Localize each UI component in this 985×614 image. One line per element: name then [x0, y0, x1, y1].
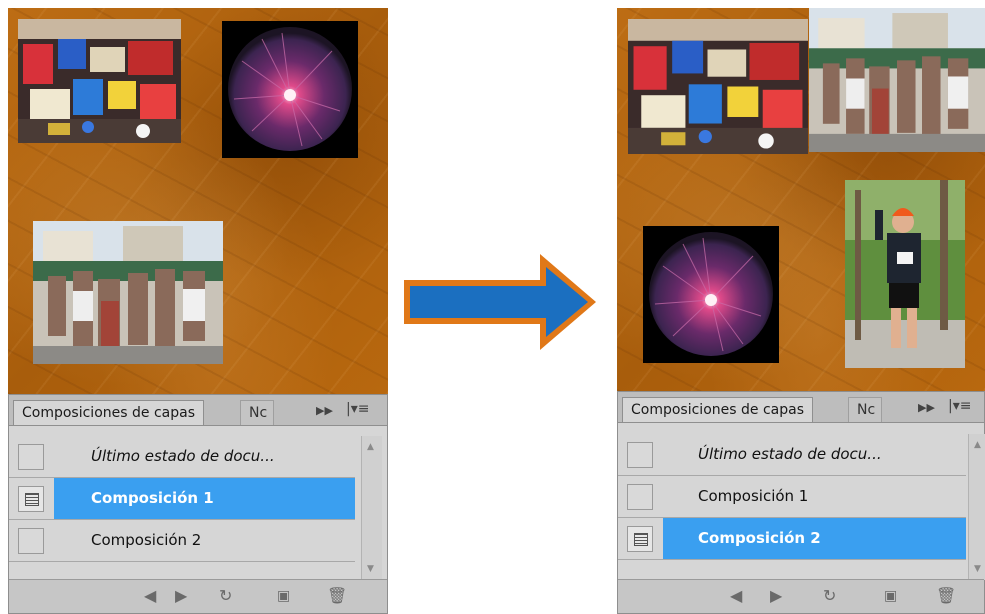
trash-icon[interactable]: 🗑	[327, 588, 347, 604]
next-arrow-icon[interactable]: ▶	[175, 588, 187, 604]
panel-menu-icon[interactable]: |▾≡	[346, 401, 369, 417]
layer-comps-panel-before: Composiciones de capas Nc ▶▶ |▾≡ Último …	[8, 394, 388, 614]
next-arrow-icon[interactable]: ▶	[770, 588, 782, 604]
list-item[interactable]: Composición 2	[618, 518, 966, 560]
panel-footer: ◀ ▶ ↻ ▣ 🗑	[9, 579, 387, 613]
list-item[interactable]: Composición 1	[9, 478, 355, 520]
new-composition-icon[interactable]: ▣	[277, 588, 290, 604]
comp-label: Último estado de docu...	[698, 445, 882, 463]
scroll-down-icon[interactable]: ▼	[974, 564, 981, 574]
scroll-up-icon[interactable]: ▲	[367, 442, 374, 452]
scroll-down-icon[interactable]: ▼	[367, 564, 374, 574]
comp-visibility-checkbox[interactable]	[627, 442, 653, 468]
list-item[interactable]: Composición 2	[9, 520, 355, 562]
photo-runner	[845, 180, 965, 368]
scrollbar[interactable]: ▲ ▼	[968, 434, 985, 580]
tab-layer-comps[interactable]: Composiciones de capas	[13, 400, 204, 425]
double-chevron-right-icon[interactable]: ▶▶	[316, 404, 333, 417]
tab-layer-comps[interactable]: Composiciones de capas	[622, 397, 813, 422]
comp-label: Composición 2	[698, 529, 821, 547]
comp-visibility-checkbox[interactable]	[18, 528, 44, 554]
comp-label: Composición 1	[698, 487, 809, 505]
canvas-after	[617, 8, 985, 391]
panel-tabbar: Composiciones de capas Nc ▶▶ |▾≡	[9, 395, 387, 426]
panel-menu-icon[interactable]: |▾≡	[948, 398, 971, 414]
previous-arrow-icon[interactable]: ◀	[730, 588, 742, 604]
update-icon[interactable]: ↻	[219, 588, 232, 604]
comp-label: Último estado de docu...	[91, 447, 275, 465]
list-item[interactable]: Último estado de docu...	[618, 434, 966, 476]
comp-visibility-checkbox[interactable]	[627, 484, 653, 510]
list-item[interactable]: Composición 1	[618, 476, 966, 518]
comp-visibility-checkbox[interactable]	[627, 526, 653, 552]
canvas-before	[8, 8, 388, 394]
comp-visibility-checkbox[interactable]	[18, 444, 44, 470]
tab-next[interactable]: Nc	[848, 397, 882, 422]
comp-label: Composición 2	[91, 531, 202, 549]
photo-plasma-ball	[643, 226, 779, 363]
new-composition-icon[interactable]: ▣	[884, 588, 897, 604]
panel-tabbar: Composiciones de capas Nc ▶▶ |▾≡	[618, 392, 984, 423]
update-icon[interactable]: ↻	[823, 588, 836, 604]
panel-footer: ◀ ▶ ↻ ▣ 🗑	[618, 579, 984, 613]
previous-arrow-icon[interactable]: ◀	[144, 588, 156, 604]
tab-next[interactable]: Nc	[240, 400, 274, 425]
photo-store	[18, 19, 181, 143]
scroll-up-icon[interactable]: ▲	[974, 440, 981, 450]
comp-visibility-checkbox[interactable]	[18, 486, 44, 512]
arrow-right-icon	[404, 254, 596, 350]
photo-store	[628, 19, 808, 154]
photo-plasma-ball	[222, 21, 358, 158]
photo-zombie-crowd	[809, 8, 985, 152]
double-chevron-right-icon[interactable]: ▶▶	[918, 401, 935, 414]
layer-comps-panel-after: Composiciones de capas Nc ▶▶ |▾≡ Último …	[617, 391, 985, 614]
scrollbar[interactable]: ▲ ▼	[361, 436, 382, 580]
trash-icon[interactable]: 🗑	[936, 588, 956, 604]
photo-zombie-crowd	[33, 221, 223, 364]
comp-label: Composición 1	[91, 489, 214, 507]
list-item[interactable]: Último estado de docu...	[9, 436, 355, 478]
